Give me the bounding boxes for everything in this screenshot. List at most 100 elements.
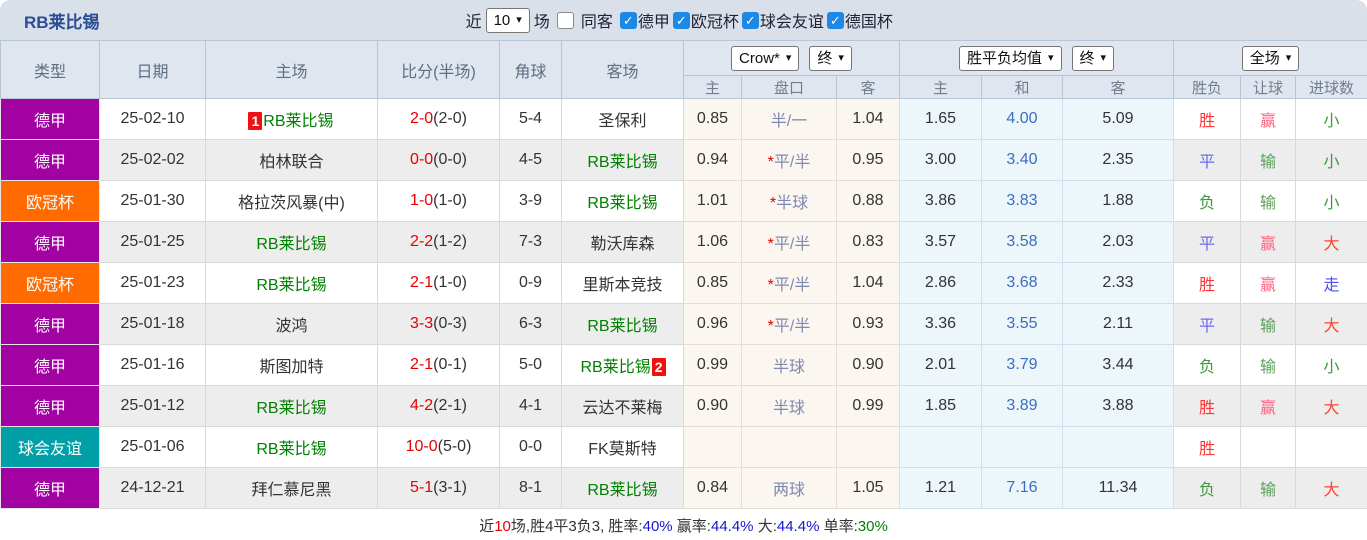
league-filter-checkbox[interactable]: ✓ bbox=[827, 12, 844, 29]
league-filter-checkbox[interactable]: ✓ bbox=[673, 12, 690, 29]
away-team: RB莱比锡 bbox=[562, 140, 684, 181]
avg-odds-select[interactable]: 胜平负均值 ▾ bbox=[959, 46, 1062, 71]
home-team-name: 格拉茨风暴(中) bbox=[237, 195, 346, 212]
home-team: RB莱比锡 bbox=[206, 386, 378, 427]
avg-odds-away: 2.11 bbox=[1063, 304, 1174, 345]
match-date: 25-01-12 bbox=[100, 386, 206, 427]
avg-odds-away: 2.35 bbox=[1063, 140, 1174, 181]
chevron-down-icon: ▾ bbox=[1048, 49, 1054, 68]
league-filter-checkbox[interactable]: ✓ bbox=[742, 12, 759, 29]
team-title: RB莱比锡 bbox=[24, 8, 100, 33]
corner-count: 4-1 bbox=[500, 386, 562, 427]
league-badge: 德甲 bbox=[1, 140, 100, 181]
home-team-name: 斯图加特 bbox=[258, 359, 324, 376]
result-cell: 平 bbox=[1174, 304, 1241, 345]
away-team: 勒沃库森 bbox=[562, 222, 684, 263]
result-cell: 胜 bbox=[1174, 386, 1241, 427]
league-filter-label: 球会友谊 bbox=[760, 8, 824, 32]
odds-away: 1.05 bbox=[837, 468, 900, 509]
avg-odds-home: 1.21 bbox=[900, 468, 982, 509]
handicap-value: 两球 bbox=[773, 482, 805, 499]
same-venue-checkbox[interactable] bbox=[557, 12, 574, 29]
away-team-name: FK莫斯特 bbox=[587, 441, 657, 458]
halftime-score: (0-1) bbox=[433, 356, 467, 373]
table-row: 德甲 25-02-02 柏林联合 0-0(0-0) 4-5 RB莱比锡 0.94… bbox=[1, 140, 1367, 181]
away-team-name: RB莱比锡 bbox=[586, 318, 658, 335]
match-date: 25-01-16 bbox=[100, 345, 206, 386]
away-team-name: RB莱比锡 bbox=[586, 482, 658, 499]
handicap-value: 半球 bbox=[773, 359, 805, 376]
fulltime-select[interactable]: 全场 ▾ bbox=[1242, 46, 1300, 71]
match-count-select[interactable]: 10 ▾ bbox=[486, 8, 530, 33]
avg-time-select[interactable]: 终 ▾ bbox=[1072, 46, 1115, 71]
goals-cell: 小 bbox=[1296, 345, 1367, 386]
home-team-name: RB莱比锡 bbox=[255, 236, 327, 253]
avg-odds-home: 2.86 bbox=[900, 263, 982, 304]
col-header-away: 客场 bbox=[562, 41, 684, 99]
handicap-cell: 半球 bbox=[742, 386, 837, 427]
table-row: 德甲 25-01-25 RB莱比锡 2-2(1-2) 7-3 勒沃库森 1.06… bbox=[1, 222, 1367, 263]
odds-home: 1.06 bbox=[684, 222, 742, 263]
summary-segment: 30% bbox=[858, 518, 888, 535]
away-team-name: RB莱比锡 bbox=[579, 359, 651, 376]
chevron-down-icon: ▾ bbox=[1286, 49, 1292, 68]
avg-odds-home: 3.57 bbox=[900, 222, 982, 263]
table-row: 球会友谊 25-01-06 RB莱比锡 10-0(5-0) 0-0 FK莫斯特 … bbox=[1, 427, 1367, 468]
odds-away: 0.95 bbox=[837, 140, 900, 181]
league-filter-checkbox[interactable]: ✓ bbox=[620, 12, 637, 29]
handicap-result-cell: 输 bbox=[1241, 181, 1296, 222]
fulltime-score: 5-1 bbox=[410, 479, 433, 496]
avg-odds-home: 3.36 bbox=[900, 304, 982, 345]
avg-odds-away: 5.09 bbox=[1063, 99, 1174, 140]
halftime-score: (2-0) bbox=[433, 110, 467, 127]
corner-count: 3-9 bbox=[500, 181, 562, 222]
handicap-result-cell: 输 bbox=[1241, 468, 1296, 509]
home-team: 格拉茨风暴(中) bbox=[206, 181, 378, 222]
corner-count: 8-1 bbox=[500, 468, 562, 509]
home-team-name: 柏林联合 bbox=[258, 154, 324, 171]
home-team: RB莱比锡 bbox=[206, 427, 378, 468]
corner-count: 5-4 bbox=[500, 99, 562, 140]
handicap-value: 平/半 bbox=[774, 318, 810, 335]
table-row: 德甲 25-01-18 波鸿 3-3(0-3) 6-3 RB莱比锡 0.96 *… bbox=[1, 304, 1367, 345]
table-row: 欧冠杯 25-01-23 RB莱比锡 2-1(1-0) 0-9 里斯本竞技 0.… bbox=[1, 263, 1367, 304]
avg-odds-draw: 3.55 bbox=[982, 304, 1063, 345]
league-badge: 德甲 bbox=[1, 345, 100, 386]
result-cell: 平 bbox=[1174, 140, 1241, 181]
odds-company-select[interactable]: Crow* ▾ bbox=[731, 46, 799, 71]
chevron-down-icon: ▾ bbox=[1101, 49, 1107, 68]
sub-header-handicap: 盘口 bbox=[742, 76, 837, 99]
handicap-cell bbox=[742, 427, 837, 468]
halftime-score: (2-1) bbox=[433, 397, 467, 414]
handicap-value: 平/半 bbox=[774, 236, 810, 253]
sub-header-avg-home: 主 bbox=[900, 76, 982, 99]
home-team: 拜仁慕尼黑 bbox=[206, 468, 378, 509]
topbar: RB莱比锡 近 10 ▾ 场 同客 ✓德甲✓欧冠杯✓球会友谊✓德国杯 bbox=[0, 0, 1367, 40]
avg-odds-draw: 3.68 bbox=[982, 263, 1063, 304]
handicap-cell: *平/半 bbox=[742, 222, 837, 263]
avg-odds-away bbox=[1063, 427, 1174, 468]
handicap-result-cell: 赢 bbox=[1241, 222, 1296, 263]
halftime-score: (3-1) bbox=[433, 479, 467, 496]
home-team: RB莱比锡 bbox=[206, 263, 378, 304]
summary-segment: 44.4% bbox=[711, 518, 754, 535]
home-team: 柏林联合 bbox=[206, 140, 378, 181]
avg-odds-home: 1.85 bbox=[900, 386, 982, 427]
goals-cell: 小 bbox=[1296, 99, 1367, 140]
odds-home: 1.01 bbox=[684, 181, 742, 222]
odds-time-select[interactable]: 终 ▾ bbox=[809, 46, 852, 71]
score-cell: 2-1(1-0) bbox=[378, 263, 500, 304]
match-table: 类型 日期 主场 比分(半场) 角球 客场 Crow* ▾ 终 ▾ bbox=[0, 40, 1367, 509]
odds-time-value: 终 bbox=[817, 49, 832, 68]
sub-header-odds-home: 主 bbox=[684, 76, 742, 99]
goals-cell: 大 bbox=[1296, 222, 1367, 263]
fulltime-value: 全场 bbox=[1250, 49, 1280, 68]
col-header-corner: 角球 bbox=[500, 41, 562, 99]
league-filter-label: 欧冠杯 bbox=[691, 8, 739, 32]
odds-company-value: Crow* bbox=[739, 49, 780, 68]
league-badge: 球会友谊 bbox=[1, 427, 100, 468]
summary-segment: 10 bbox=[494, 518, 511, 535]
score-cell: 2-1(0-1) bbox=[378, 345, 500, 386]
odds-home: 0.94 bbox=[684, 140, 742, 181]
avg-odds-draw: 3.89 bbox=[982, 386, 1063, 427]
